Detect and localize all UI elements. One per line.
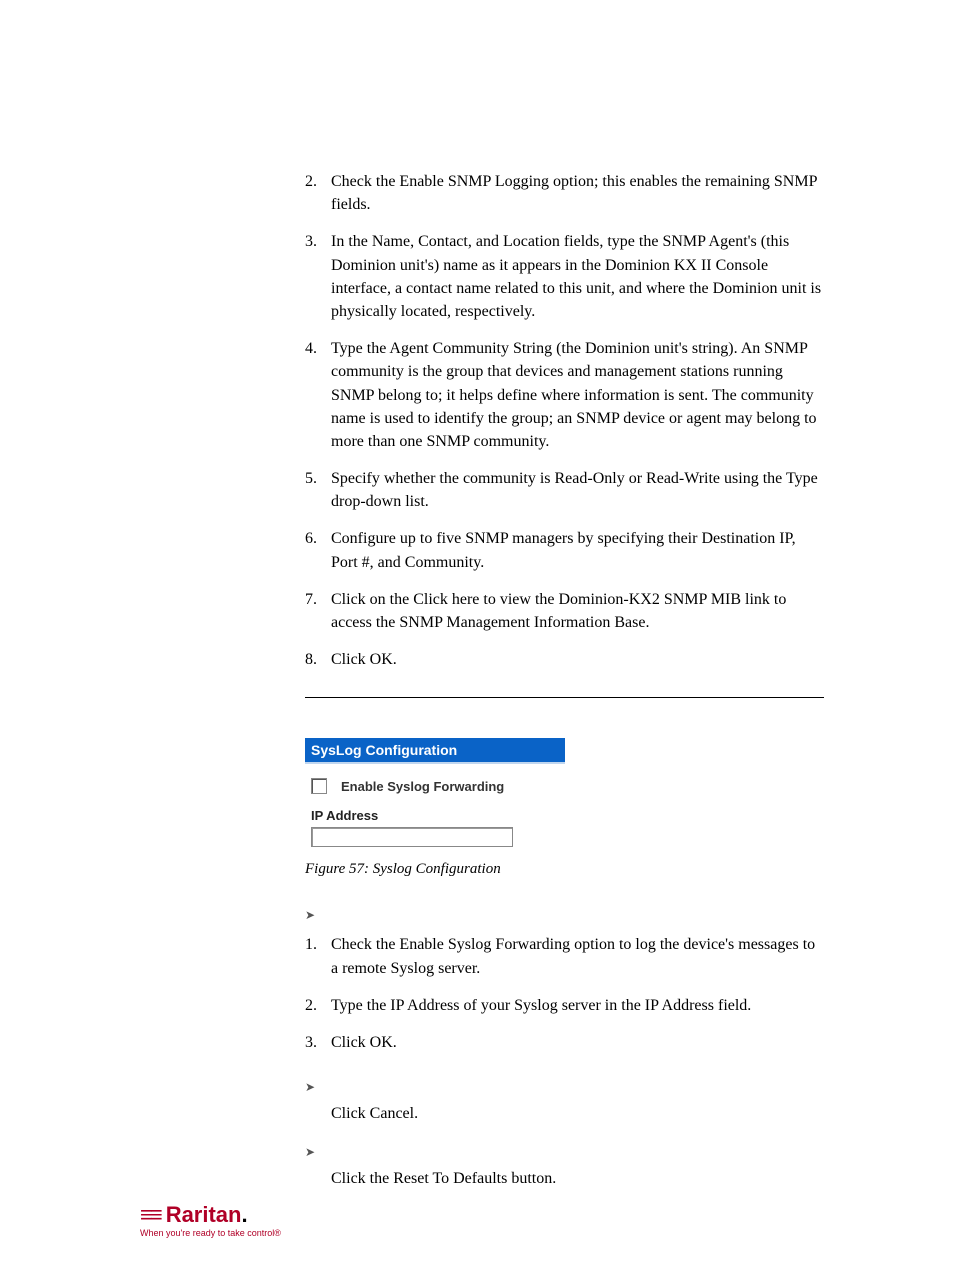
enable-syslog-label: Enable Syslog Forwarding <box>341 779 504 794</box>
step-text: Configure up to five SNMP managers by sp… <box>331 527 824 573</box>
step-5: 5.Specify whether the community is Read-… <box>305 467 824 513</box>
step-number: 2. <box>305 994 331 1017</box>
syslog-steps-list: 1.Check the Enable Syslog Forwarding opt… <box>305 933 824 1054</box>
step-text: Check the Enable Syslog Forwarding optio… <box>331 933 824 979</box>
syslog-step-1: 1.Check the Enable Syslog Forwarding opt… <box>305 933 824 979</box>
step-number: 3. <box>305 1031 331 1054</box>
horizontal-rule <box>305 697 824 698</box>
step-number: 3. <box>305 230 331 253</box>
panel-body: Enable Syslog Forwarding IP Address <box>305 764 565 851</box>
step-text: Specify whether the community is Read-On… <box>331 467 824 513</box>
cancel-instruction: Click Cancel. <box>331 1105 824 1123</box>
step-number: 1. <box>305 933 331 956</box>
panel-title: SysLog Configuration <box>305 738 565 764</box>
step-2: 2.Check the Enable SNMP Logging option; … <box>305 170 824 216</box>
step-4: 4.Type the Agent Community String (the D… <box>305 337 824 453</box>
figure-caption: Figure 57: Syslog Configuration <box>305 861 824 878</box>
syslog-step-2: 2.Type the IP Address of your Syslog ser… <box>305 994 824 1017</box>
brand-logo: ≡≡ Raritan. When you're ready to take co… <box>140 1202 281 1238</box>
step-6: 6.Configure up to five SNMP managers by … <box>305 527 824 573</box>
arrow-bullet-icon: ➤ <box>305 1145 824 1160</box>
logo-dot: . <box>241 1202 247 1227</box>
enable-syslog-checkbox[interactable] <box>311 778 327 794</box>
step-text: Click OK. <box>331 1031 824 1054</box>
step-number: 5. <box>305 467 331 490</box>
syslog-step-3: 3.Click OK. <box>305 1031 824 1054</box>
reset-instruction: Click the Reset To Defaults button. <box>331 1170 824 1188</box>
step-text: Type the Agent Community String (the Dom… <box>331 337 824 453</box>
ip-address-label: IP Address <box>311 808 559 823</box>
logo-brand-text: Raritan <box>166 1202 242 1227</box>
syslog-config-panel: SysLog Configuration Enable Syslog Forwa… <box>305 738 565 851</box>
logo-glyph-icon: ≡≡ <box>140 1202 160 1228</box>
step-text: Check the Enable SNMP Logging option; th… <box>331 170 824 216</box>
step-number: 2. <box>305 170 331 193</box>
step-number: 4. <box>305 337 331 360</box>
step-number: 6. <box>305 527 331 550</box>
document-page: 2.Check the Enable SNMP Logging option; … <box>0 0 954 1270</box>
step-7: 7.Click on the Click here to view the Do… <box>305 588 824 634</box>
step-number: 8. <box>305 648 331 671</box>
step-text: Click OK. <box>331 648 824 671</box>
step-3: 3.In the Name, Contact, and Location fie… <box>305 230 824 323</box>
step-8: 8.Click OK. <box>305 648 824 671</box>
arrow-bullet-icon: ➤ <box>305 1080 824 1095</box>
snmp-steps-list: 2.Check the Enable SNMP Logging option; … <box>305 170 824 671</box>
step-text: Type the IP Address of your Syslog serve… <box>331 994 824 1017</box>
ip-address-input[interactable] <box>311 827 513 847</box>
step-text: Click on the Click here to view the Domi… <box>331 588 824 634</box>
step-number: 7. <box>305 588 331 611</box>
arrow-bullet-icon: ➤ <box>305 908 824 923</box>
enable-syslog-row: Enable Syslog Forwarding <box>311 778 559 794</box>
logo-tagline: When you're ready to take control® <box>140 1228 281 1238</box>
step-text: In the Name, Contact, and Location field… <box>331 230 824 323</box>
